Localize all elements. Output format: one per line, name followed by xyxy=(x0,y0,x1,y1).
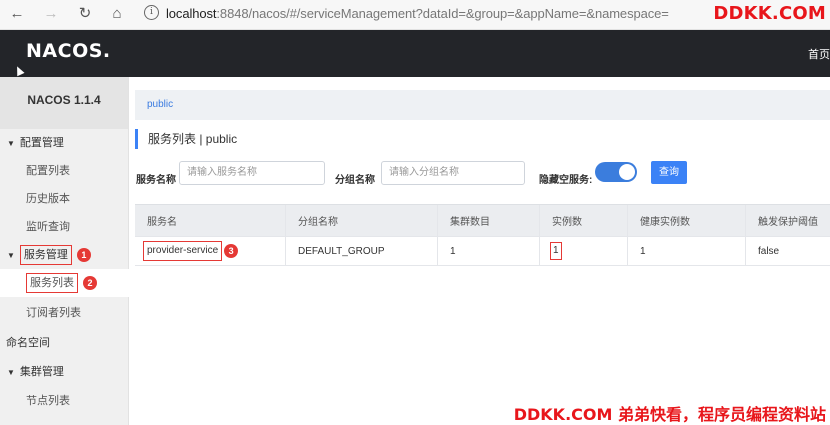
table-row[interactable]: provider-service 3 DEFAULT_GROUP 1 1 1 fa… xyxy=(135,236,830,266)
toggle-knob xyxy=(619,164,635,180)
annotation-badge-2: 2 xyxy=(83,276,97,291)
hide-empty-label: 隐藏空服务: xyxy=(539,175,593,186)
hide-empty-toggle[interactable] xyxy=(595,162,637,182)
version-label: NACOS 1.1.4 xyxy=(0,77,128,129)
logo-suffix: S. xyxy=(88,40,111,62)
nacos-logo[interactable]: NACOS. xyxy=(26,40,111,62)
sidebar-item-label: 节点列表 xyxy=(26,395,70,407)
triangle-down-icon: ▼ xyxy=(7,139,15,148)
namespace-bar: public xyxy=(135,90,830,120)
group-name-label: 分组名称 xyxy=(335,175,375,186)
nav-home-link[interactable]: 首页 xyxy=(808,46,830,62)
instance-count: 1 xyxy=(553,245,559,256)
sidebar-item-history[interactable]: 历史版本 xyxy=(0,185,129,213)
sidebar-item-listener[interactable]: 监听查询 xyxy=(0,213,129,241)
sidebar-item-namespace[interactable]: 命名空间 xyxy=(0,329,129,357)
column-header: 实例数 xyxy=(539,205,627,236)
sidebar-group-cluster[interactable]: ▼ 集群管理 xyxy=(0,358,129,386)
annotation-box: provider-service xyxy=(143,241,223,261)
url-path: :8848/nacos/#/serviceManagement?dataId=&… xyxy=(216,6,669,21)
sidebar-item-label: 服务管理 xyxy=(23,249,68,261)
sidebar-item-label: 历史版本 xyxy=(26,193,70,205)
triangle-down-icon: ▼ xyxy=(7,368,15,377)
cell-group: DEFAULT_GROUP xyxy=(285,237,437,265)
annotation-box: 服务管理 xyxy=(19,245,72,265)
sidebar-item-nodes[interactable]: 节点列表 xyxy=(0,387,129,415)
mouse-cursor-icon xyxy=(13,64,25,77)
namespace-link[interactable]: public xyxy=(147,99,173,110)
service-name-label: 服务名称 xyxy=(136,175,176,186)
logo-mid: O xyxy=(72,40,89,62)
cell-healthy: 1 xyxy=(627,237,745,265)
reload-icon[interactable]: ↻ xyxy=(74,3,96,25)
annotation-box: 1 xyxy=(550,242,562,260)
url-host: localhost xyxy=(166,6,217,21)
sidebar-item-label: 配置列表 xyxy=(26,165,70,177)
main-content: public 服务列表 | public 服务名称 请输入服务名称 分组名称 请… xyxy=(135,77,830,425)
service-name-input[interactable]: 请输入服务名称 xyxy=(179,161,325,185)
triangle-down-icon: ▼ xyxy=(7,251,15,260)
address-bar[interactable]: localhost:8848/nacos/#/serviceManagement… xyxy=(166,6,669,21)
sidebar-item-label: 集群管理 xyxy=(19,366,64,378)
sidebar-item-service-list[interactable]: 服务列表 2 xyxy=(0,269,129,297)
info-icon[interactable]: i xyxy=(144,5,159,20)
browser-toolbar: ← → ↻ ⌂ i localhost:8848/nacos/#/service… xyxy=(0,0,830,30)
sidebar-item-label: 命名空间 xyxy=(6,337,50,349)
cell-instances: 1 xyxy=(539,237,627,265)
cell-service: provider-service 3 xyxy=(135,237,285,265)
column-header: 分组名称 xyxy=(285,205,437,236)
column-header: 触发保护阈值 xyxy=(745,205,830,236)
cell-protect: false xyxy=(745,237,830,265)
sidebar-item-subscribers[interactable]: 订阅者列表 xyxy=(0,299,129,327)
cell-clusters: 1 xyxy=(437,237,539,265)
annotation-badge-3: 3 xyxy=(224,244,239,258)
page-title: 服务列表 | public xyxy=(135,129,237,149)
sidebar-item-label: 订阅者列表 xyxy=(26,307,81,319)
sidebar: NACOS 1.1.4 ▼ 配置管理 配置列表 历史版本 监听查询 ▼ 服务管理 1 … xyxy=(0,77,129,425)
annotation-badge-1: 1 xyxy=(76,248,91,263)
back-icon[interactable]: ← xyxy=(6,3,28,25)
annotation-box: 服务列表 xyxy=(26,273,78,293)
watermark-top: DDKK.COM xyxy=(713,3,826,24)
logo-prefix: NAC xyxy=(26,40,73,62)
watermark-bottom: DDKK.COM 弟弟快看，程序员编程资料站 xyxy=(513,405,826,424)
query-button[interactable]: 查询 xyxy=(651,161,687,184)
table-header: 服务名 分组名称 集群数目 实例数 健康实例数 触发保护阈值 xyxy=(135,204,830,236)
group-name-input[interactable]: 请输入分组名称 xyxy=(381,161,525,185)
forward-icon[interactable]: → xyxy=(40,3,62,25)
column-header: 服务名 xyxy=(147,217,177,228)
column-header: 集群数目 xyxy=(437,205,539,236)
service-name: provider-service xyxy=(147,245,219,256)
sidebar-item-config-list[interactable]: 配置列表 xyxy=(0,157,129,185)
home-icon[interactable]: ⌂ xyxy=(106,3,128,25)
sidebar-group-config[interactable]: ▼ 配置管理 xyxy=(0,129,129,157)
sidebar-item-label: 配置管理 xyxy=(19,137,64,149)
sidebar-item-label: 服务列表 xyxy=(30,277,74,289)
app-header: NACOS. 首页 xyxy=(0,30,830,77)
sidebar-group-service[interactable]: ▼ 服务管理 1 xyxy=(0,241,129,269)
column-header: 健康实例数 xyxy=(627,205,745,236)
sidebar-item-label: 监听查询 xyxy=(26,221,70,233)
